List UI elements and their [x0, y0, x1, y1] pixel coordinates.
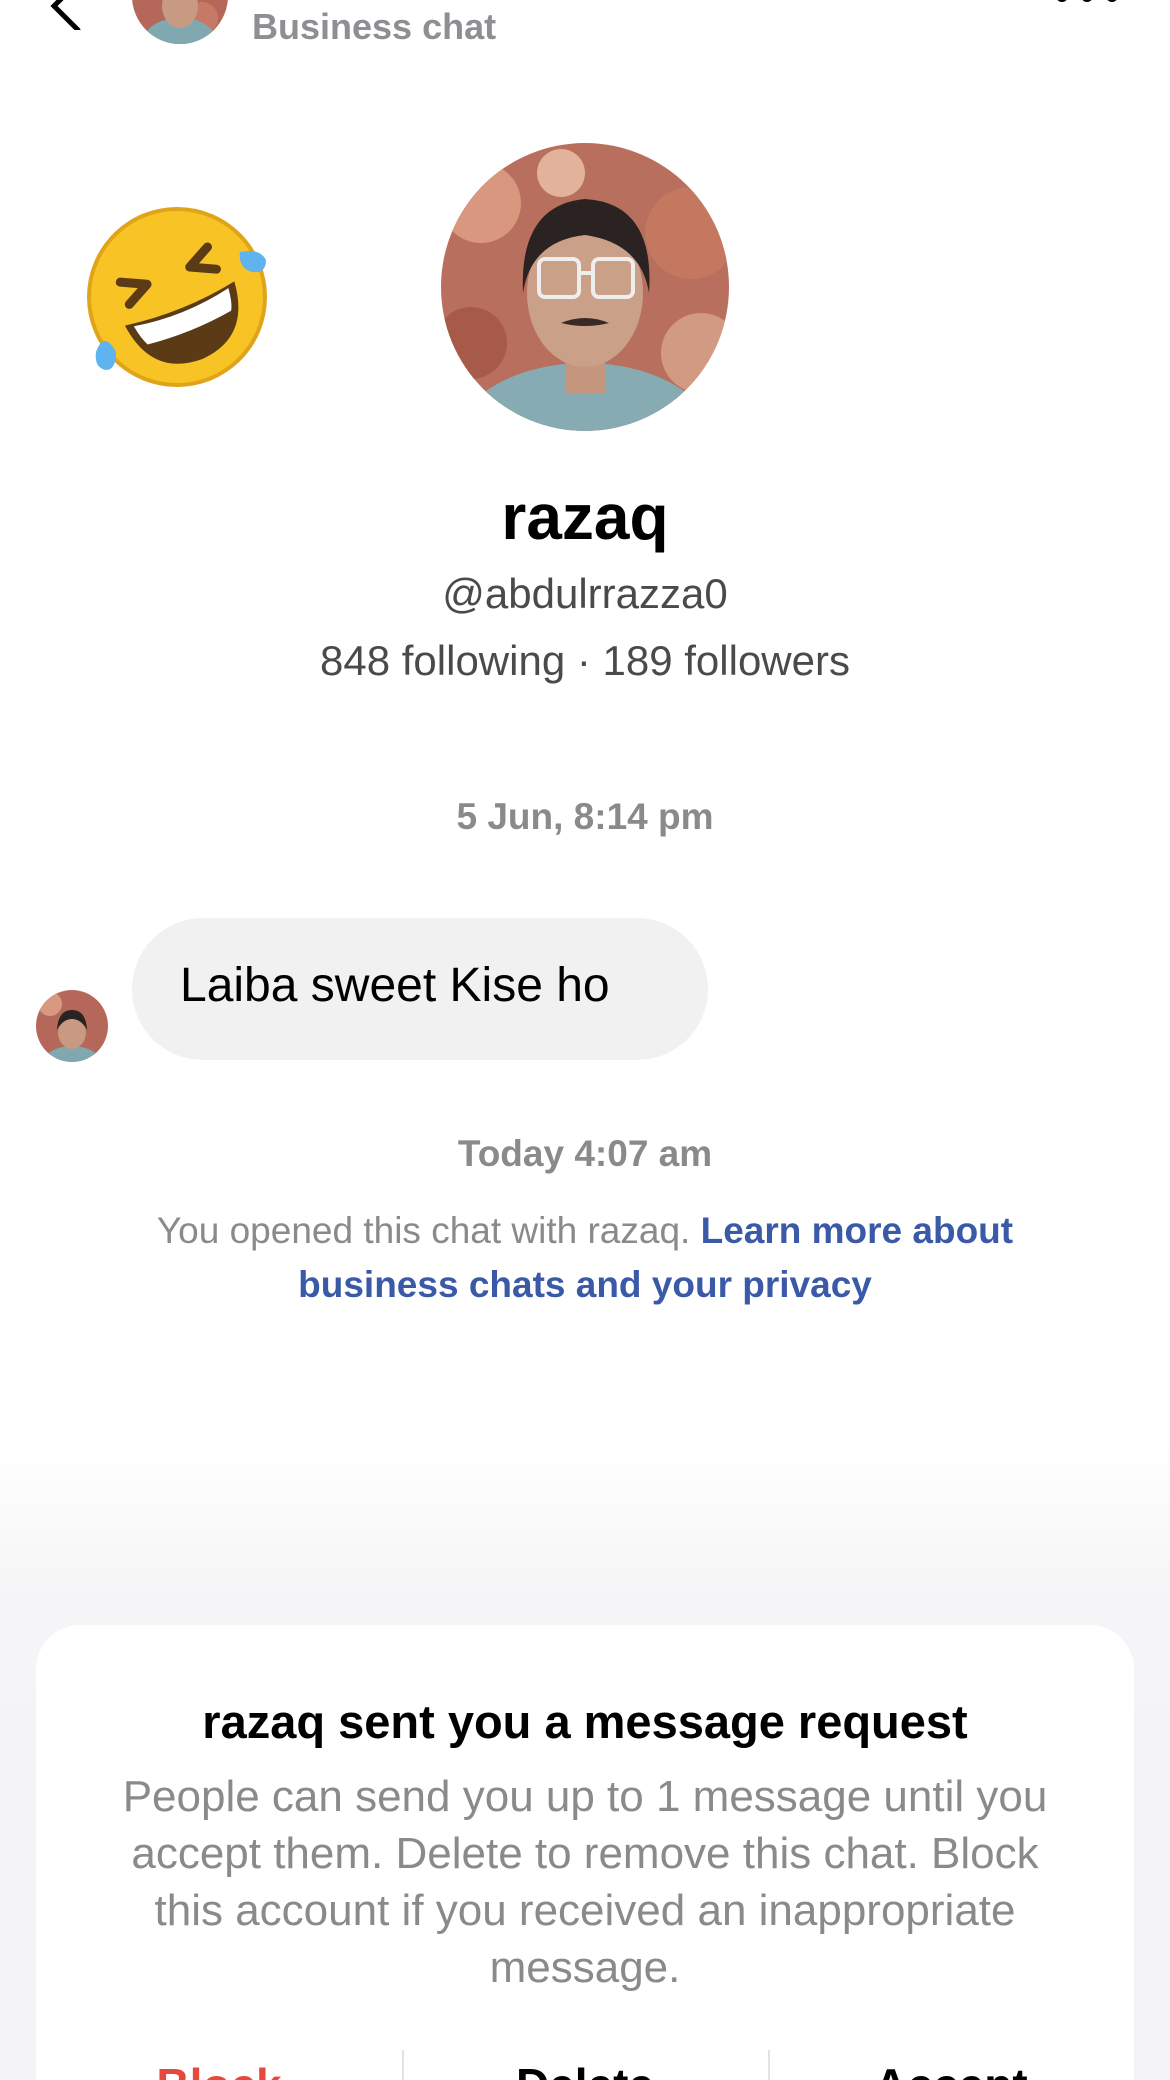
request-card-title: razaq sent you a message request	[202, 1695, 968, 1748]
system-timestamp: Today 4:07 am	[457, 1133, 713, 1174]
sender-avatar[interactable]	[36, 990, 108, 1062]
request-card-body: People can send you up to 1 message unti…	[122, 1772, 1048, 1992]
profile-avatar[interactable]	[441, 143, 729, 431]
privacy-notice-text: You opened this chat with razaq.	[156, 1210, 691, 1251]
profile-name: razaq	[501, 481, 669, 553]
request-actions: Block Delete Accept	[36, 2050, 1134, 2080]
accept-button[interactable]: Accept	[768, 2058, 1134, 2080]
chevron-left-icon[interactable]	[40, 0, 90, 30]
block-button[interactable]: Block	[36, 2058, 402, 2080]
chat-screen: Business chat razaq @abdulrrazza0 848 fo…	[0, 0, 1170, 2080]
chat-type-label: Business chat	[252, 6, 497, 47]
more-horizontal-icon[interactable]	[1052, 0, 1122, 10]
message-text: Laiba sweet Kise ho	[180, 959, 610, 1012]
laughing-emoji-icon	[87, 207, 267, 387]
delete-button[interactable]: Delete	[402, 2058, 768, 2080]
header-avatar[interactable]	[132, 0, 228, 44]
profile-stats: 848 following · 189 followers	[320, 637, 850, 684]
profile-handle: @abdulrrazza0	[442, 570, 728, 617]
message-timestamp: 5 Jun, 8:14 pm	[456, 796, 714, 837]
privacy-notice: You opened this chat with razaq. Learn m…	[150, 1204, 1020, 1312]
chat-header: Business chat	[0, 0, 1170, 60]
